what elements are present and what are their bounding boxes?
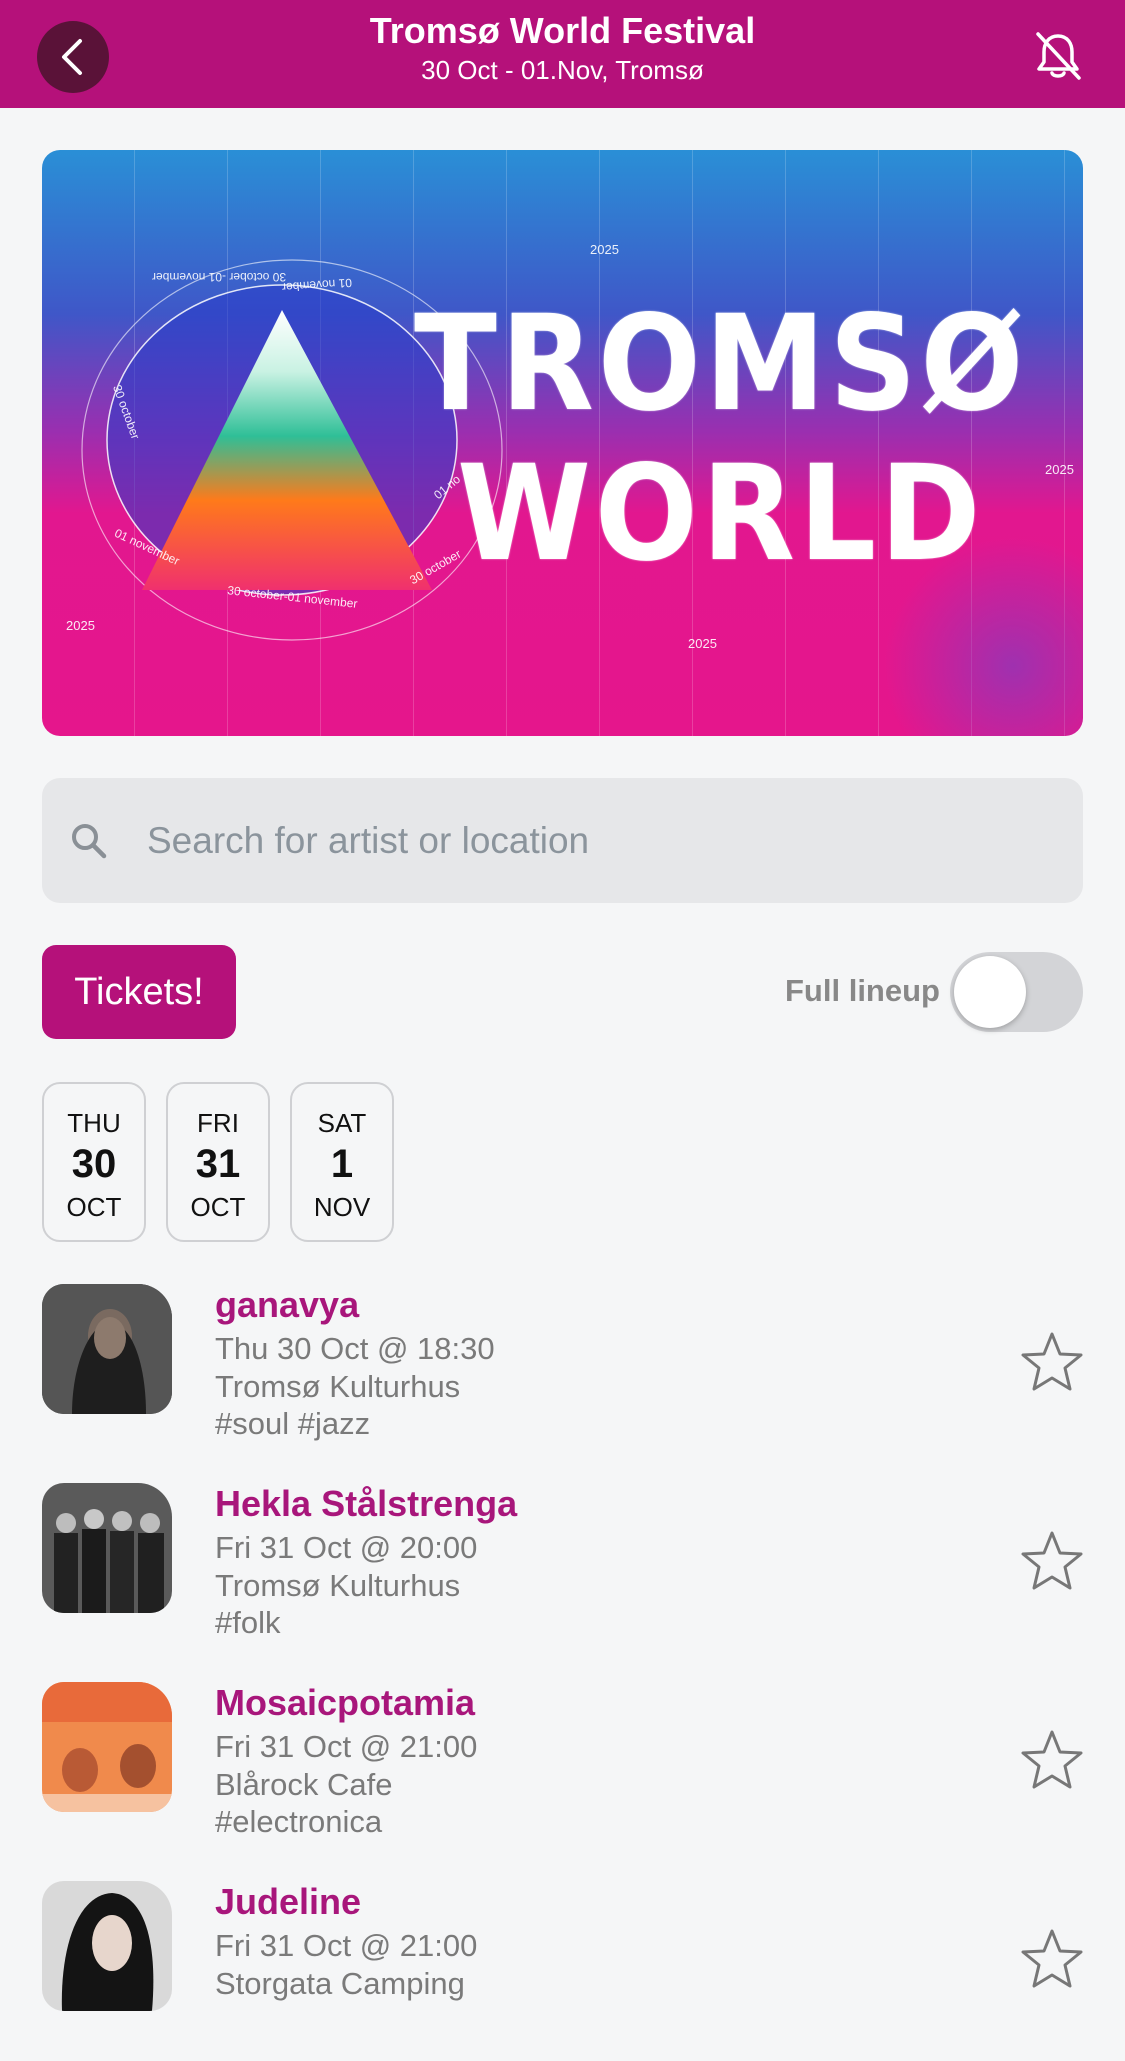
event-tags: #electronica <box>215 1804 383 1839</box>
ring-text: 30 october -01 november <box>152 270 287 284</box>
star-icon[interactable] <box>1020 1728 1084 1792</box>
event-time: Fri 31 Oct @ 20:00 <box>215 1530 478 1565</box>
event-tags: #folk <box>215 1605 281 1640</box>
star-icon[interactable] <box>1020 1529 1084 1593</box>
event-row[interactable]: Hekla Stålstrenga Fri 31 Oct @ 20:00 Tro… <box>0 1483 1125 1663</box>
day-number: 30 <box>71 1142 117 1186</box>
search-icon <box>72 824 107 859</box>
day-of-week: SAT <box>317 1108 367 1138</box>
event-row[interactable]: Mosaicpotamia Fri 31 Oct @ 21:00 Blårock… <box>0 1682 1125 1862</box>
event-time: Fri 31 Oct @ 21:00 <box>215 1729 478 1764</box>
toggle-knob <box>954 956 1026 1028</box>
day-chip-fri[interactable]: FRI 31 OCT <box>166 1082 270 1242</box>
year-tag: 2025 <box>590 242 619 257</box>
day-chip-thu[interactable]: THU 30 OCT <box>42 1082 146 1242</box>
notifications-button[interactable] <box>1030 28 1086 84</box>
day-number: 1 <box>330 1142 354 1186</box>
day-chip-sat[interactable]: SAT 1 NOV <box>290 1082 394 1242</box>
day-of-week: THU <box>67 1108 121 1138</box>
artist-photo <box>42 1483 172 1613</box>
day-of-week: FRI <box>197 1108 239 1138</box>
event-row[interactable]: Judeline Fri 31 Oct @ 21:00 Storgata Cam… <box>0 1881 1125 2061</box>
day-month: OCT <box>66 1192 122 1222</box>
day-month: NOV <box>313 1192 371 1222</box>
banner-word-top: TROMSØ <box>414 287 1028 441</box>
app-header: Tromsø World Festival 30 Oct - 01.Nov, T… <box>0 0 1125 108</box>
event-time: Thu 30 Oct @ 18:30 <box>215 1331 495 1366</box>
search-input[interactable] <box>147 808 1047 874</box>
artist-name[interactable]: Mosaicpotamia <box>215 1682 475 1724</box>
year-tag: 2025 <box>66 618 95 633</box>
artist-name[interactable]: Judeline <box>215 1881 361 1923</box>
banner-word-bottom: WORLD <box>457 437 985 591</box>
festival-title: Tromsø World Festival <box>369 10 756 51</box>
event-venue: Tromsø Kulturhus <box>215 1369 461 1404</box>
artist-photo <box>42 1881 172 2011</box>
event-venue: Storgata Camping <box>215 1966 465 2001</box>
day-number: 31 <box>195 1142 241 1186</box>
full-lineup-toggle[interactable] <box>950 952 1083 1032</box>
search-bar[interactable] <box>42 778 1083 903</box>
event-row[interactable]: ganavya Thu 30 Oct @ 18:30 Tromsø Kultur… <box>0 1284 1125 1464</box>
year-tag: 2025 <box>688 636 717 651</box>
day-month: OCT <box>190 1192 246 1222</box>
artist-name[interactable]: ganavya <box>215 1284 359 1326</box>
festival-dates: 30 Oct - 01.Nov, Tromsø <box>421 55 704 85</box>
event-venue: Tromsø Kulturhus <box>215 1568 461 1603</box>
event-tags: #soul #jazz <box>215 1406 371 1441</box>
festival-banner: TROMSØ WORLD 2025 2025 2025 2025 30 octo… <box>42 150 1083 736</box>
star-icon[interactable] <box>1020 1330 1084 1394</box>
event-time: Fri 31 Oct @ 21:00 <box>215 1928 478 1963</box>
artist-name[interactable]: Hekla Stålstrenga <box>215 1483 517 1525</box>
artist-photo <box>42 1682 172 1812</box>
event-venue: Blårock Cafe <box>215 1767 393 1802</box>
artist-photo <box>42 1284 172 1414</box>
bell-off-icon <box>1036 32 1081 80</box>
tickets-button[interactable]: Tickets! <box>42 945 236 1039</box>
full-lineup-label: Full lineup <box>785 973 940 1008</box>
star-icon[interactable] <box>1020 1927 1084 1991</box>
year-tag: 2025 <box>1045 462 1074 477</box>
